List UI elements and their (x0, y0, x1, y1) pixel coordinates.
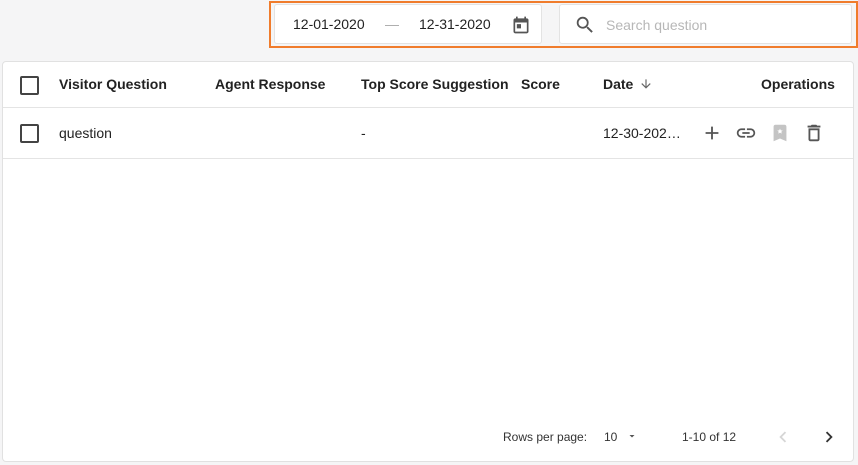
cell-top-score-suggestion: - (361, 125, 366, 141)
date-start[interactable]: 12-01-2020 (293, 16, 365, 32)
next-page-icon[interactable] (818, 426, 840, 448)
table-row[interactable]: question - 12-30-202… (3, 108, 853, 159)
prev-page-icon (772, 426, 794, 448)
bookmark-icon[interactable] (769, 122, 791, 144)
col-score[interactable]: Score (521, 76, 560, 92)
col-date-label: Date (603, 76, 634, 92)
delete-icon[interactable] (803, 122, 825, 144)
search-input[interactable] (604, 13, 838, 37)
table-header: Visitor Question Agent Response Top Scor… (3, 62, 853, 108)
col-agent-response[interactable]: Agent Response (215, 76, 325, 92)
link-icon[interactable] (735, 122, 757, 144)
row-checkbox[interactable] (20, 124, 39, 143)
pagination-range: 1-10 of 12 (682, 430, 737, 444)
rows-per-page-label: Rows per page: (503, 430, 588, 444)
search-box[interactable] (559, 4, 852, 44)
col-visitor-question[interactable]: Visitor Question (59, 76, 167, 92)
date-end[interactable]: 12-31-2020 (419, 16, 491, 32)
col-date[interactable]: Date (603, 76, 653, 92)
select-all-checkbox[interactable] (20, 76, 39, 95)
calendar-icon[interactable] (511, 15, 531, 35)
dropdown-arrow-icon (629, 435, 635, 438)
rows-per-page-select[interactable]: 10 (604, 428, 644, 446)
date-range-picker[interactable]: 12-01-2020 — 12-31-2020 (274, 4, 542, 44)
rows-per-page-value: 10 (604, 430, 618, 444)
add-icon[interactable] (701, 122, 723, 144)
date-separator: — (385, 16, 399, 32)
cell-visitor-question: question (59, 125, 112, 141)
search-icon (574, 14, 596, 36)
sort-arrow-down-icon[interactable] (639, 77, 653, 91)
cell-date: 12-30-202… (603, 125, 681, 141)
col-operations: Operations (761, 76, 835, 92)
col-top-score-suggestion[interactable]: Top Score Suggestion (361, 76, 509, 92)
questions-table: Visitor Question Agent Response Top Scor… (2, 61, 854, 462)
